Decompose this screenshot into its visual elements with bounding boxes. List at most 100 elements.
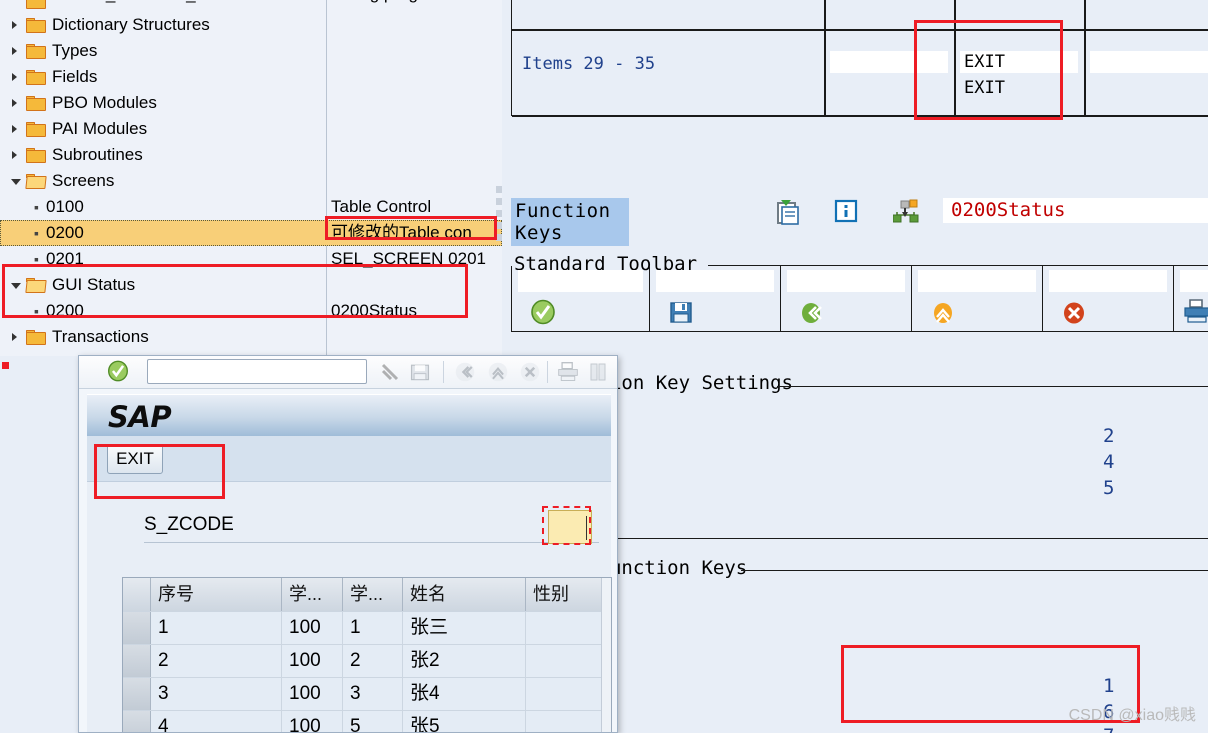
toolbar-slot-1[interactable] [512,266,650,331]
table-control[interactable]: 序号 学... 学... 姓名 性别 1 100 1 张三 2 100 2 张2… [122,577,612,732]
cell-xingming[interactable]: 张5 [403,711,526,732]
table-row[interactable]: 2 100 2 张2 [123,644,611,677]
row-selector[interactable] [123,612,151,644]
table-corner-cell[interactable] [123,578,151,611]
tree-item-types[interactable]: Types [0,38,502,64]
watermark: CSDN @xiao贱贱 [1068,707,1196,724]
chevron-down-icon[interactable] [11,283,21,289]
command-field[interactable] [147,359,367,384]
chevron-right-icon[interactable] [12,99,17,107]
table-row[interactable]: 4 100 5 张5 [123,710,611,732]
cell-xuhao[interactable]: 4 [151,711,282,732]
bullet-icon: ▪ [34,303,39,319]
recommended-row-number-1: 2 [1103,425,1115,447]
cell-xuhao[interactable]: 2 [151,645,282,677]
back-icon[interactable] [454,361,476,383]
check-green-icon[interactable] [530,299,556,325]
cancel-icon[interactable] [519,361,541,383]
cell-xingbie[interactable] [526,678,611,710]
save-disk-icon[interactable] [409,361,431,383]
back-green-icon[interactable] [799,299,825,325]
cell-xingbie[interactable] [526,711,611,732]
chevron-right-icon[interactable] [12,73,17,81]
grid-cell-empty-1[interactable] [830,51,948,73]
cell-xuhao[interactable]: 1 [151,612,282,644]
tree-vertical-scrollbar[interactable] [496,186,502,260]
chevron-right-icon[interactable] [12,125,17,133]
row-selector[interactable] [123,645,151,677]
tree-item-fields[interactable]: Fields [0,64,502,90]
cancel-red-icon[interactable] [1061,299,1087,325]
toolbar-slot-5[interactable] [1043,266,1174,331]
table-header-xingbie[interactable]: 性别 [526,578,611,611]
tree-item-screen-0200[interactable]: ▪ 0200 可修改的Table con [0,220,502,246]
zcode-input[interactable] [548,510,592,544]
sap-dialog-window[interactable]: SAP EXIT S_ZCODE 序号 学... 学... 姓名 性别 1 10… [78,355,618,733]
table-header-xue-2[interactable]: 学... [343,578,403,611]
chevron-right-icon[interactable] [12,21,17,29]
print-icon[interactable] [557,361,579,383]
tree-item-gui-status[interactable]: GUI Status [0,272,502,298]
tree-item-screen-0201[interactable]: ▪ 0201 SEL_SCREEN 0201 [0,246,502,272]
cell-xue-2[interactable]: 1 [343,612,403,644]
hierarchy-icon[interactable] [892,199,919,229]
tree-item-gui-status-0200[interactable]: ▪ 0200 0200Status [0,298,502,324]
cell-xingbie[interactable] [526,612,611,644]
print-icon[interactable] [1184,299,1208,325]
tree-item-screens[interactable]: Screens [0,168,502,194]
table-header-xue-1[interactable]: 学... [282,578,343,611]
folder-icon [26,70,46,85]
sap-application-toolbar[interactable]: EXIT [87,436,611,482]
toolbar-slot-4[interactable] [912,266,1043,331]
grid-cell-empty-2[interactable] [1090,51,1208,73]
table-row[interactable]: 1 100 1 张三 [123,611,611,644]
cell-xue-1[interactable]: 100 [282,645,343,677]
tree-item-screen-0100[interactable]: ▪ 0100 Table Control [0,194,502,220]
cell-xingming[interactable]: 张2 [403,645,526,677]
chevron-down-icon[interactable] [11,179,21,185]
toolbar-slot-6[interactable] [1174,266,1208,331]
cell-xingming[interactable]: 张三 [403,612,526,644]
sap-system-toolbar[interactable] [79,356,617,389]
exit-orange-icon[interactable] [930,299,956,325]
exit-button[interactable]: EXIT [107,444,163,474]
cell-xue-1[interactable]: 100 [282,612,343,644]
toolbar-slot-2[interactable] [650,266,781,331]
toolbar-slot-3[interactable] [781,266,912,331]
save-disk-icon[interactable] [668,299,694,325]
info-icon[interactable] [834,199,858,227]
chevron-right-icon[interactable] [12,333,17,341]
cell-xue-1[interactable]: 100 [282,678,343,710]
cell-xue-2[interactable]: 3 [343,678,403,710]
clipboard-icon[interactable] [777,199,801,229]
tree-item-dictionary-structures[interactable]: Dictionary Structures [0,12,502,38]
cell-xuhao[interactable]: 3 [151,678,282,710]
tree-item-subroutines[interactable]: Subroutines [0,142,502,168]
assigned-row-number-3: 7 [1103,725,1114,733]
table-vertical-scrollbar[interactable] [601,578,611,732]
function-key-grid-top[interactable]: Items 29 - 35 EXIT EXIT [511,0,1208,117]
chevron-right-icon[interactable] [12,151,17,159]
chevron-right-icon[interactable] [12,47,17,55]
table-row[interactable]: 3 100 3 张4 [123,677,611,710]
cell-xue-1[interactable]: 100 [282,711,343,732]
tree-item-transactions[interactable]: Transactions [0,324,502,350]
table-header-xuhao[interactable]: 序号 [151,578,282,611]
tree-item-pbo-modules[interactable]: PBO Modules [0,90,502,116]
tree-row-root[interactable]: ZTEST_SCREEN_GETN001 Dialog program Tu [0,0,502,12]
status-name-input[interactable]: 0200Status [943,198,1208,223]
find-icon[interactable] [587,361,609,383]
row-selector[interactable] [123,711,151,732]
exit-icon[interactable] [487,361,509,383]
cell-xingbie[interactable] [526,645,611,677]
cell-xue-2[interactable]: 2 [343,645,403,677]
check-green-icon[interactable] [107,360,129,382]
table-header-xingming[interactable]: 姓名 [403,578,526,611]
cell-xingming[interactable]: 张4 [403,678,526,710]
bullet-icon: ▪ [34,225,39,241]
enter-icon[interactable] [379,361,401,383]
object-navigator-tree[interactable]: ZTEST_SCREEN_GETN001 Dialog program Tu D… [0,0,502,356]
cell-xue-2[interactable]: 5 [343,711,403,732]
tree-item-pai-modules[interactable]: PAI Modules [0,116,502,142]
row-selector[interactable] [123,678,151,710]
